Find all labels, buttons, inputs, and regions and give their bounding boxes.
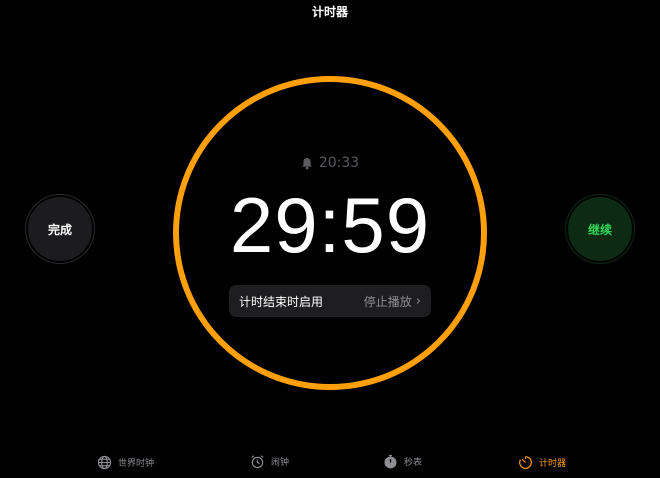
timer-icon — [518, 455, 533, 470]
continue-button[interactable]: 继续 — [568, 197, 632, 261]
alarm-time: 20:33 — [318, 155, 360, 171]
chevron-right-icon: › — [415, 293, 421, 309]
globe-icon — [97, 455, 112, 470]
page-title: 计时器 — [311, 5, 348, 19]
timer-end-option-value: 停止播放 — [363, 294, 412, 309]
tab-timer[interactable]: 计时器 — [518, 455, 566, 470]
alarm-time-row: 20:33 — [0, 155, 660, 171]
tab-world-clock[interactable]: 世界时钟 — [97, 455, 154, 470]
alarm-clock-icon — [250, 454, 265, 469]
tab-alarm[interactable]: 闹钟 — [250, 454, 289, 469]
tab-bar: 世界时钟 闹钟 秒表 计时器 — [0, 452, 660, 476]
timer-end-option[interactable]: 计时结束时启用 停止播放 › — [229, 285, 431, 317]
stopwatch-icon — [383, 454, 398, 469]
tab-label: 闹钟 — [271, 458, 290, 468]
tab-label: 秒表 — [404, 458, 423, 468]
done-button[interactable]: 完成 — [28, 197, 92, 261]
tab-stopwatch[interactable]: 秒表 — [383, 454, 422, 469]
tab-label: 世界时钟 — [118, 459, 155, 469]
timer-remaining: 29:59 — [229, 181, 431, 269]
timer-end-option-label: 计时结束时启用 — [239, 294, 324, 309]
bell-icon — [301, 157, 313, 170]
tab-label: 计时器 — [539, 459, 567, 469]
